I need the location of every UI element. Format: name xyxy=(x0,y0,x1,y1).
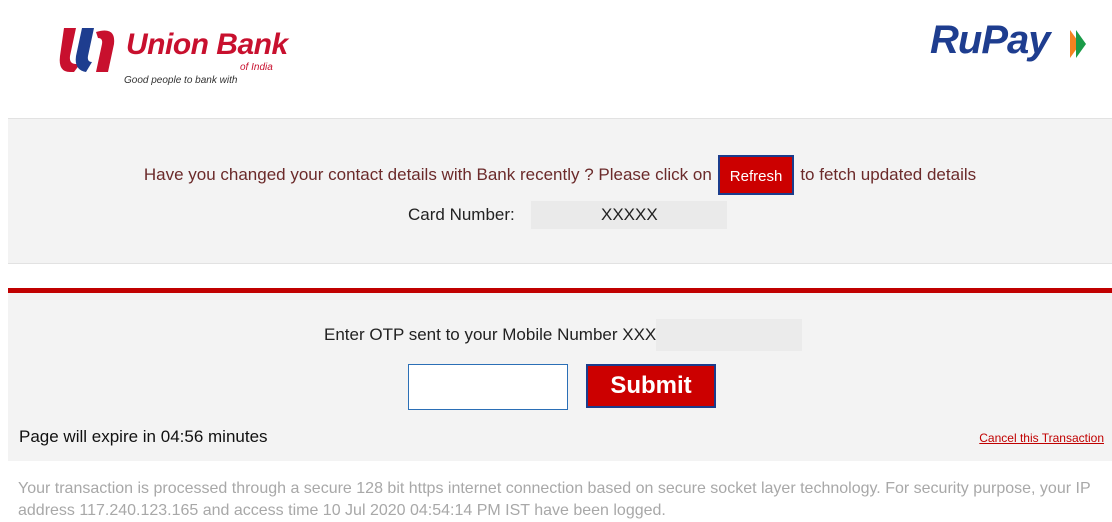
submit-button[interactable]: Submit xyxy=(586,364,716,408)
rupay-arrow-icon xyxy=(1070,30,1086,58)
notice-text-after: to fetch updated details xyxy=(800,165,977,184)
bank-subname: of India xyxy=(240,62,273,73)
security-note: Your transaction is processed through a … xyxy=(18,480,1091,519)
otp-prompt: Enter OTP sent to your Mobile Number XXX… xyxy=(324,325,691,344)
otp-input[interactable] xyxy=(408,364,568,410)
card-number-label: Card Number: xyxy=(408,205,515,224)
otp-panel: Enter OTP sent to your Mobile Number XXX… xyxy=(8,293,1112,461)
rupay-logo: RuPay xyxy=(930,18,1090,68)
bank-tagline: Good people to bank with xyxy=(124,75,238,86)
payment-otp-page: Union Bank of India Good people to bank … xyxy=(0,0,1112,522)
notice-text-before: Have you changed your contact details wi… xyxy=(143,165,712,184)
mobile-number-mask xyxy=(656,319,802,351)
bank-name: Union Bank xyxy=(126,28,288,61)
card-number-value: XXXXX xyxy=(531,201,727,229)
union-bank-emblem-icon xyxy=(59,28,115,72)
cancel-transaction-link[interactable]: Cancel this Transaction xyxy=(979,431,1104,445)
card-info-panel: Have you changed your contact details wi… xyxy=(8,118,1112,264)
network-name: RuPay xyxy=(930,18,1050,62)
union-bank-logo: Union Bank of India Good people to bank … xyxy=(58,20,288,90)
expiry-timer: Page will expire in 04:56 minutes xyxy=(19,427,268,446)
contact-update-notice: Have you changed your contact details wi… xyxy=(8,153,1112,197)
refresh-button[interactable]: Refresh xyxy=(717,155,795,195)
